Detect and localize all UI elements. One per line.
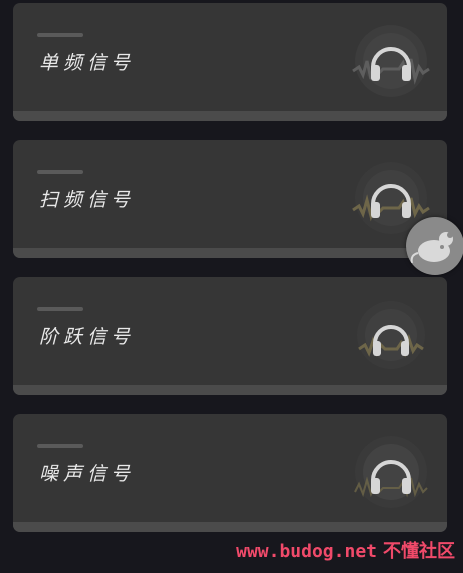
watermark-text: 不懂社区 — [383, 541, 455, 562]
signal-label: 噪声信号 — [39, 463, 136, 485]
card-bottom-strip — [13, 522, 447, 532]
floating-assistant-button[interactable] — [406, 217, 463, 275]
signal-card-step[interactable]: 阶跃信号 — [13, 277, 447, 395]
card-bottom-strip — [13, 248, 447, 258]
card-decor-bar — [37, 170, 83, 174]
card-bottom-strip — [13, 111, 447, 121]
headphones-icon — [349, 21, 433, 101]
signal-label: 阶跃信号 — [39, 326, 136, 348]
card-bottom-strip — [13, 385, 447, 395]
card-decor-bar — [37, 444, 83, 448]
signal-label: 单频信号 — [39, 52, 136, 74]
signal-card-single-frequency[interactable]: 单频信号 — [13, 3, 447, 121]
signal-card-sweep[interactable]: 扫频信号 — [13, 140, 447, 258]
watermark: www.budog.net 不懂社区 — [236, 537, 455, 563]
card-decor-bar — [37, 307, 83, 311]
headphones-icon — [349, 432, 433, 512]
headphones-icon — [349, 295, 433, 375]
mouse-icon — [410, 232, 453, 264]
watermark-url: www.budog.net — [236, 541, 377, 562]
signal-list-screen: 单频信号 扫频信号 阶跃信号 噪声信号 www.budog.net 不懂社区 — [0, 0, 463, 573]
card-decor-bar — [37, 33, 83, 37]
signal-label: 扫频信号 — [39, 189, 136, 211]
signal-card-noise[interactable]: 噪声信号 — [13, 414, 447, 532]
